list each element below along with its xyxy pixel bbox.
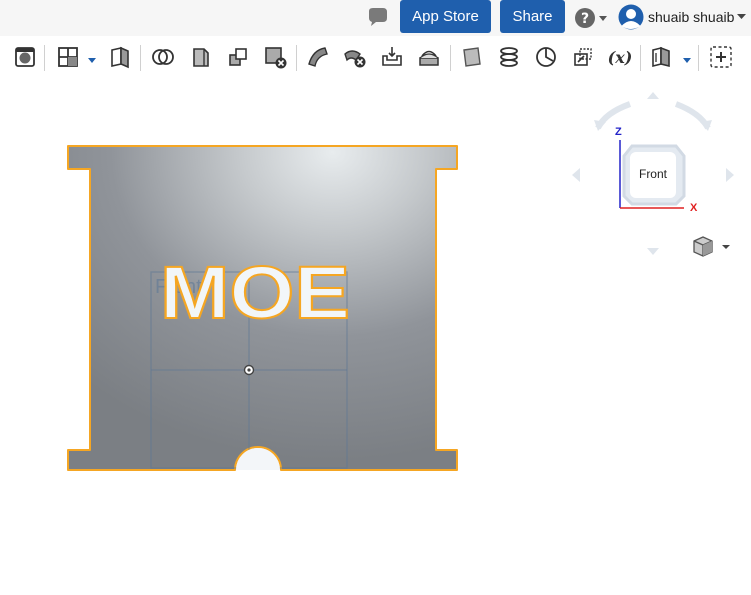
share-button[interactable]: Share bbox=[500, 0, 565, 33]
rotate-up-arrow-icon bbox=[647, 92, 659, 99]
insert-icon[interactable] bbox=[708, 44, 734, 70]
chevron-down-icon bbox=[737, 14, 747, 19]
rotate-right-arrow-icon bbox=[726, 168, 734, 182]
fillet-icon[interactable] bbox=[379, 44, 405, 70]
section-view-icon[interactable] bbox=[107, 44, 133, 70]
comment-icon[interactable] bbox=[366, 7, 390, 29]
chevron-down-icon[interactable] bbox=[88, 51, 96, 63]
cube-icon bbox=[693, 236, 713, 257]
x-axis-label: X bbox=[690, 202, 698, 214]
rotate-left-arrow-icon bbox=[572, 168, 580, 182]
revolve-icon[interactable] bbox=[225, 44, 251, 70]
chevron-down-icon bbox=[599, 16, 607, 21]
view-options-menu[interactable] bbox=[690, 234, 734, 260]
render-mode-icon[interactable] bbox=[12, 44, 38, 70]
boolean-icon[interactable] bbox=[150, 44, 176, 70]
origin-icon[interactable] bbox=[243, 364, 255, 376]
chevron-down-icon bbox=[722, 245, 730, 249]
z-axis-label: Z bbox=[615, 126, 622, 138]
transform-icon[interactable] bbox=[570, 44, 596, 70]
part-text-cutout[interactable]: MOE bbox=[159, 250, 351, 335]
part-studio-feature-icon[interactable] bbox=[648, 44, 674, 70]
app-store-button[interactable]: App Store bbox=[400, 0, 491, 33]
plane-icon[interactable] bbox=[459, 44, 485, 70]
delete-face-icon[interactable] bbox=[342, 44, 368, 70]
svg-text:?: ? bbox=[581, 11, 589, 27]
shell-icon[interactable] bbox=[416, 44, 442, 70]
extrude-icon[interactable] bbox=[188, 44, 214, 70]
user-name: shuaib shuaib bbox=[648, 9, 735, 25]
sweep-icon[interactable] bbox=[305, 44, 331, 70]
variable-icon[interactable]: (x) bbox=[606, 44, 634, 70]
top-bar: App Store Share ? shuaib shuaib bbox=[0, 0, 751, 36]
chevron-down-icon[interactable] bbox=[683, 51, 691, 63]
delete-part-icon[interactable] bbox=[262, 44, 288, 70]
helix-icon[interactable] bbox=[496, 44, 522, 70]
avatar bbox=[618, 4, 644, 30]
question-circle-icon: ? bbox=[575, 8, 595, 28]
view-cube-front-face[interactable]: Front bbox=[630, 167, 676, 181]
rotate-down-arrow-icon bbox=[647, 248, 659, 255]
help-menu[interactable]: ? bbox=[574, 6, 610, 30]
feature-toolbar: (x) bbox=[0, 38, 751, 78]
mate-connector-icon[interactable] bbox=[533, 44, 559, 70]
user-menu[interactable]: shuaib shuaib bbox=[618, 4, 747, 30]
view-layout-icon[interactable] bbox=[55, 44, 81, 70]
